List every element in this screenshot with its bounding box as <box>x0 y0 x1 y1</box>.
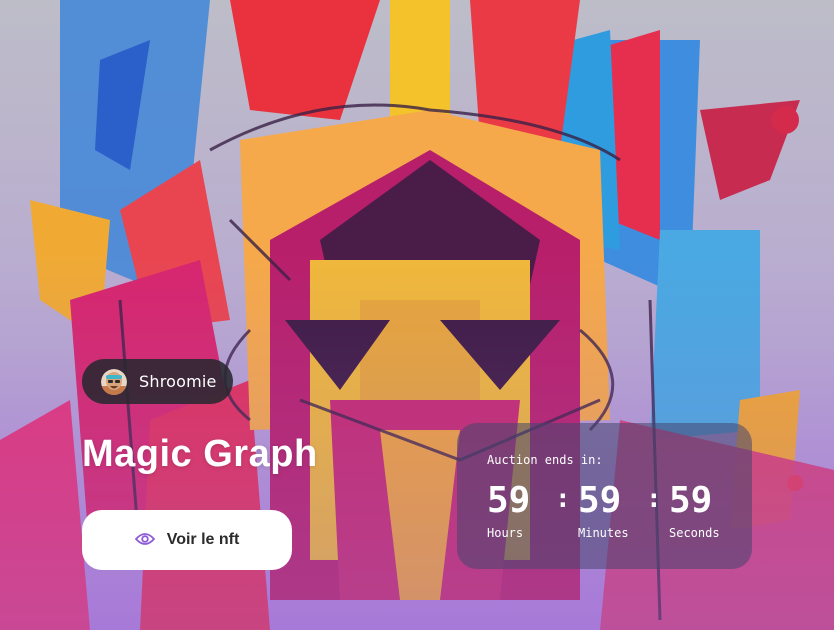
countdown-seconds: 59 Seconds <box>669 480 760 540</box>
auction-countdown-panel: Auction ends in: 59 Hours : 59 Minutes :… <box>457 423 752 569</box>
auction-label: Auction ends in: <box>487 453 603 467</box>
view-nft-button[interactable]: Voir le nft <box>82 510 292 570</box>
separator-colon: : <box>646 484 662 514</box>
seconds-value: 59 <box>669 480 713 521</box>
creator-chip[interactable]: Shroomie <box>82 359 233 404</box>
minutes-label: Minutes <box>578 526 629 540</box>
creator-avatar <box>101 368 127 395</box>
countdown-minutes: 59 Minutes : <box>578 480 669 540</box>
creator-name: Shroomie <box>139 372 217 391</box>
countdown-timer: 59 Hours : 59 Minutes : 59 Seconds <box>487 480 760 540</box>
seconds-label: Seconds <box>669 526 720 540</box>
hours-label: Hours <box>487 526 524 540</box>
view-nft-label: Voir le nft <box>166 531 240 548</box>
nft-hero: Shroomie Magic Graph Voir le nft Auction… <box>0 0 834 630</box>
eye-icon <box>134 532 155 549</box>
separator-colon: : <box>555 484 571 514</box>
countdown-hours: 59 Hours : <box>487 480 578 540</box>
nft-title: Magic Graph <box>82 433 318 475</box>
